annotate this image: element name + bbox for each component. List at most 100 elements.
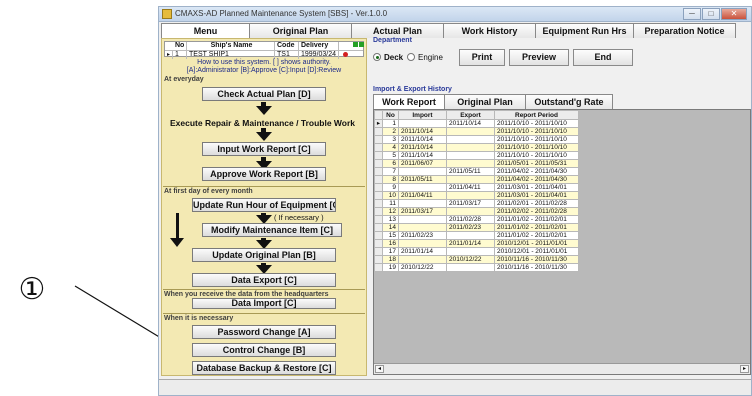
maximize-button[interactable]: □ — [702, 8, 720, 20]
tab-preparation-notice[interactable]: Preparation Notice — [633, 23, 736, 38]
end-button[interactable]: End — [573, 49, 633, 66]
cell-report-period: 2011/01/02 - 2011/02/01 — [494, 223, 579, 232]
radio-engine-label: Engine — [418, 53, 443, 62]
modify-maintenance-item-button[interactable]: Modify Maintenance Item [C] — [202, 223, 342, 237]
check-actual-plan-button[interactable]: Check Actual Plan [D] — [202, 87, 326, 101]
table-row[interactable]: 15 2011/02/23 2011/01/02 - 2011/02/01 — [374, 231, 579, 240]
cell-no: 15 — [382, 231, 399, 240]
cell-export — [446, 151, 495, 160]
cell-export: 2011/02/23 — [446, 223, 495, 232]
tab-work-history[interactable]: Work History — [443, 23, 536, 38]
update-run-hour-button[interactable]: Update Run Hour of Equipment [C] — [192, 198, 336, 212]
control-change-button[interactable]: Control Change [B] — [192, 343, 336, 357]
table-row[interactable]: 14 2011/02/23 2011/01/02 - 2011/02/01 — [374, 223, 579, 232]
cell-export: 2011/02/28 — [446, 215, 495, 224]
cell-export — [446, 263, 495, 272]
ship-table-header: No Ship's Name Code Delivery — [165, 42, 363, 50]
cell-report-period: 2011/10/10 - 2011/10/10 — [494, 119, 579, 128]
main-tabs: Menu Original Plan Actual Plan Work Hist… — [161, 23, 736, 39]
scroll-left-icon[interactable]: ◂ — [375, 365, 384, 373]
table-row[interactable]: 6 2011/06/07 2011/05/01 - 2011/05/31 — [374, 159, 579, 168]
print-button[interactable]: Print — [459, 49, 505, 66]
section-monthly: At first day of every month — [164, 188, 253, 195]
table-row[interactable]: 16 2011/01/14 2010/12/01 - 2011/01/01 — [374, 239, 579, 248]
col-code: Code — [275, 42, 299, 50]
cell-import — [398, 119, 447, 128]
status-green-icon — [359, 42, 364, 47]
table-row[interactable]: 8 2011/05/11 2011/04/02 - 2011/04/30 — [374, 175, 579, 184]
cell-export — [446, 127, 495, 136]
table-row[interactable]: 3 2011/10/14 2011/10/10 - 2011/10/10 — [374, 135, 579, 144]
cell-import — [398, 239, 447, 248]
table-row[interactable]: 9 2011/04/11 2011/03/01 - 2011/04/01 — [374, 183, 579, 192]
cell-no: 4 — [382, 143, 399, 152]
tab-work-report[interactable]: Work Report — [373, 94, 445, 109]
password-change-button[interactable]: Password Change [A] — [192, 325, 336, 339]
tab-menu[interactable]: Menu — [161, 23, 250, 39]
ship-delivery: 1999/03/24 — [299, 51, 339, 59]
col-report-period: Report Period — [494, 110, 579, 120]
table-row[interactable]: 19 2010/12/22 2010/11/16 - 2010/11/30 — [374, 263, 579, 272]
cell-no: 19 — [382, 263, 399, 272]
approve-work-report-button[interactable]: Approve Work Report [B] — [202, 167, 326, 181]
ship-row[interactable]: ▸ 1 TEST SHIP1 TS1 1999/03/24 — [165, 50, 363, 59]
tab-history-original-plan[interactable]: Original Plan — [444, 94, 526, 109]
close-button[interactable]: ✕ — [721, 8, 747, 20]
cell-no: 3 — [382, 135, 399, 144]
cell-import: 2010/12/22 — [398, 263, 447, 272]
cell-no: 16 — [382, 239, 399, 248]
table-row[interactable]: ▸ 1 2011/10/14 2011/10/10 - 2011/10/10 — [374, 119, 579, 128]
cell-no: 14 — [382, 223, 399, 232]
ship-no: 1 — [173, 51, 187, 59]
tab-original-plan[interactable]: Original Plan — [249, 23, 352, 38]
col-ship-name: Ship's Name — [187, 42, 275, 50]
cell-no: 6 — [382, 159, 399, 168]
tab-equipment-run-hrs[interactable]: Equipment Run Hrs — [535, 23, 634, 38]
preview-button[interactable]: Preview — [509, 49, 569, 66]
app-window: CMAXS-AD Planned Maintenance System [SBS… — [158, 6, 752, 396]
minimize-button[interactable]: ─ — [683, 8, 701, 20]
row-selector — [374, 151, 383, 160]
table-row[interactable]: 10 2011/04/11 2011/03/01 - 2011/04/01 — [374, 191, 579, 200]
table-row[interactable]: 7 2011/05/11 2011/04/02 - 2011/04/30 — [374, 167, 579, 176]
row-selector — [374, 191, 383, 200]
cell-export: 2011/10/14 — [446, 119, 495, 128]
table-row[interactable]: 4 2011/10/14 2011/10/10 - 2011/10/10 — [374, 143, 579, 152]
cell-report-period: 2011/02/02 - 2011/02/28 — [494, 207, 579, 216]
table-row[interactable]: 17 2011/01/14 2010/12/01 - 2011/01/01 — [374, 247, 579, 256]
database-backup-restore-button[interactable]: Database Backup & Restore [C] — [192, 361, 336, 375]
table-row[interactable]: 13 2011/02/28 2011/01/02 - 2011/02/01 — [374, 215, 579, 224]
col-import: Import — [398, 110, 447, 120]
col-export: Export — [446, 110, 495, 120]
tab-outstanding-rate[interactable]: Outstand'g Rate — [525, 94, 613, 109]
scroll-right-icon[interactable]: ▸ — [740, 365, 749, 373]
section-headquarters: When you receive the data from the headq… — [164, 291, 329, 298]
table-row[interactable]: 12 2011/03/17 2011/02/02 - 2011/02/28 — [374, 207, 579, 216]
data-import-button[interactable]: Data Import [C] — [192, 298, 336, 309]
table-row[interactable]: 18 2010/12/22 2010/11/16 - 2010/11/30 — [374, 255, 579, 264]
radio-engine[interactable]: Engine — [407, 53, 443, 62]
cell-report-period: 2011/01/02 - 2011/02/01 — [494, 231, 579, 240]
radio-unchecked-icon — [407, 53, 415, 61]
if-necessary-note: ( If necessary ) — [274, 213, 324, 222]
table-row[interactable]: 5 2011/10/14 2011/10/10 - 2011/10/10 — [374, 151, 579, 160]
radio-deck[interactable]: Deck — [373, 53, 403, 62]
cell-export: 2011/01/14 — [446, 239, 495, 248]
table-row[interactable]: 11 2011/03/17 2011/02/01 - 2011/02/28 — [374, 199, 579, 208]
cell-import — [398, 183, 447, 192]
data-export-button[interactable]: Data Export [C] — [192, 273, 336, 287]
cell-no: 7 — [382, 167, 399, 176]
tab-actual-plan[interactable]: Actual Plan — [351, 23, 444, 38]
cell-export — [446, 231, 495, 240]
cell-import: 2011/06/07 — [398, 159, 447, 168]
cell-report-period: 2011/03/01 - 2011/04/01 — [494, 183, 579, 192]
update-original-plan-button[interactable]: Update Original Plan [B] — [192, 248, 336, 262]
cell-export: 2011/04/11 — [446, 183, 495, 192]
horizontal-scrollbar[interactable]: ◂ ▸ — [374, 363, 750, 374]
input-work-report-button[interactable]: Input Work Report [C] — [202, 142, 326, 156]
cell-report-period: 2010/12/01 - 2011/01/01 — [494, 239, 579, 248]
cell-no: 9 — [382, 183, 399, 192]
table-row[interactable]: 2 2011/10/14 2011/10/10 - 2011/10/10 — [374, 127, 579, 136]
cell-export: 2011/03/17 — [446, 199, 495, 208]
row-selector — [374, 215, 383, 224]
